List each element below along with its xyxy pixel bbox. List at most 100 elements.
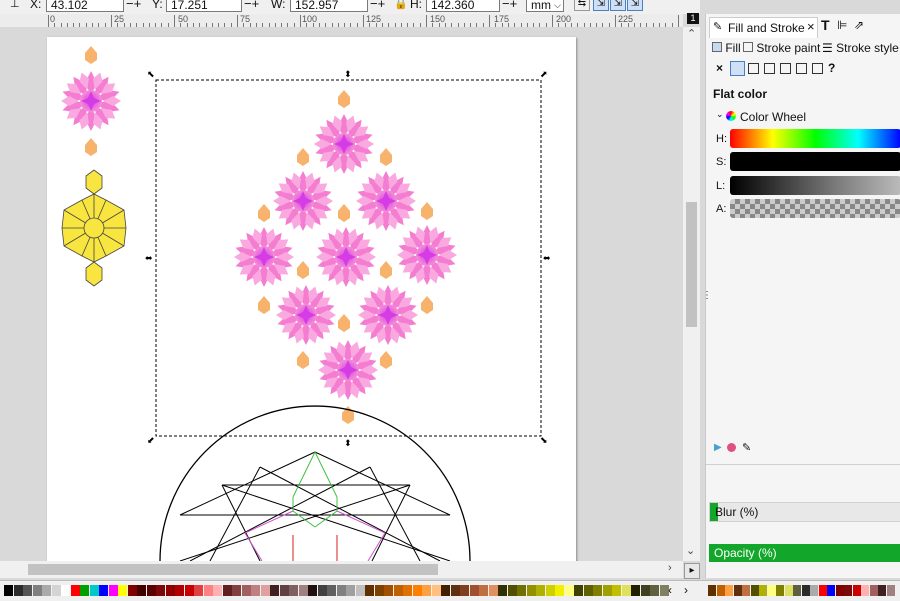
- palette-swatch[interactable]: [584, 585, 593, 596]
- y-input[interactable]: 17.251: [166, 0, 242, 12]
- palette-swatch[interactable]: [612, 585, 621, 596]
- palette-swatch[interactable]: [185, 585, 194, 596]
- hue-slider[interactable]: [730, 129, 900, 148]
- w-stepper[interactable]: −+: [370, 0, 385, 11]
- palette-swatch[interactable]: [156, 585, 165, 596]
- palette-swatch[interactable]: [768, 585, 776, 596]
- paint-flat-button[interactable]: [730, 61, 745, 76]
- palette-swatch[interactable]: [870, 585, 878, 596]
- palette-swatch[interactable]: [536, 585, 545, 596]
- vertical-scrollbar[interactable]: ⌃ ⌄: [683, 27, 700, 561]
- color-wheel-selector[interactable]: ⌄ Color Wheel: [716, 109, 896, 126]
- saturation-slider[interactable]: [730, 152, 900, 171]
- scroll-down-icon[interactable]: ⌄: [686, 544, 695, 557]
- pink-rosette-sample[interactable]: [60, 46, 122, 156]
- export-tab-icon[interactable]: ⇗: [854, 18, 864, 32]
- palette-swatch[interactable]: [498, 585, 507, 596]
- palette-swatch[interactable]: [708, 585, 716, 596]
- palette-swatch[interactable]: [194, 585, 203, 596]
- palette-swatch[interactable]: [4, 585, 13, 596]
- palette-swatch[interactable]: [641, 585, 650, 596]
- palette-scroll-right-icon[interactable]: ›: [684, 583, 688, 597]
- palette-swatch[interactable]: [204, 585, 213, 596]
- yellow-rosette-sample[interactable]: [61, 169, 127, 287]
- palette-swatch[interactable]: [318, 585, 327, 596]
- palette-swatch[interactable]: [394, 585, 403, 596]
- color-preview-icon[interactable]: ▶: [714, 442, 722, 453]
- palette-swatch[interactable]: [441, 585, 450, 596]
- paint-radial-gradient-button[interactable]: [764, 63, 775, 74]
- palette-swatch[interactable]: [242, 585, 251, 596]
- palette-swatch[interactable]: [508, 585, 517, 596]
- palette-swatch[interactable]: [451, 585, 460, 596]
- palette-swatch[interactable]: [413, 585, 422, 596]
- palette-swatch[interactable]: [810, 585, 818, 596]
- lightness-slider[interactable]: [730, 176, 900, 195]
- scale-corners-icon[interactable]: ⇲: [593, 0, 609, 11]
- palette-swatch[interactable]: [365, 585, 374, 596]
- palette-swatch[interactable]: [827, 585, 835, 596]
- x-input[interactable]: 43.102: [46, 0, 124, 12]
- palette-swatch[interactable]: [90, 585, 99, 596]
- alpha-slider[interactable]: [730, 199, 900, 218]
- palette-swatch[interactable]: [270, 585, 279, 596]
- lock-icon[interactable]: 🔒: [394, 0, 408, 10]
- palette-swatch[interactable]: [327, 585, 336, 596]
- palette-swatch[interactable]: [460, 585, 469, 596]
- subtab-stroke-style[interactable]: ☰ Stroke style: [822, 41, 899, 55]
- palette-swatch[interactable]: [23, 585, 32, 596]
- palette-swatch[interactable]: [725, 585, 733, 596]
- palette-swatch[interactable]: [299, 585, 308, 596]
- palette-swatch[interactable]: [42, 585, 51, 596]
- palette-swatch[interactable]: [280, 585, 289, 596]
- palette-swatch[interactable]: [403, 585, 412, 596]
- palette-swatch[interactable]: [517, 585, 526, 596]
- palette-swatch[interactable]: [878, 585, 886, 596]
- scroll-right-icon[interactable]: ›: [668, 562, 672, 574]
- palette-swatch[interactable]: [375, 585, 384, 596]
- dialog-collapse-handle-icon[interactable]: ⋮: [702, 290, 712, 301]
- palette-swatch[interactable]: [631, 585, 640, 596]
- palette-swatch[interactable]: [527, 585, 536, 596]
- palette-swatch[interactable]: [337, 585, 346, 596]
- h-input[interactable]: 142.360: [426, 0, 500, 12]
- tab-fill-and-stroke[interactable]: ✎ Fill and Stroke ×: [709, 17, 818, 38]
- corner-toggle-icon[interactable]: ▸: [684, 563, 700, 579]
- eyedropper-icon[interactable]: ✎: [742, 441, 751, 454]
- palette-swatch[interactable]: [289, 585, 298, 596]
- palette-swatch[interactable]: [33, 585, 42, 596]
- blur-slider[interactable]: Blur (%): [709, 502, 900, 522]
- move-gradients-icon[interactable]: ⇲: [610, 0, 626, 11]
- horizontal-scroll-thumb[interactable]: [28, 564, 438, 575]
- color-palette[interactable]: ‹ ›: [0, 580, 900, 601]
- palette-swatch[interactable]: [61, 585, 70, 596]
- palette-swatch[interactable]: [251, 585, 260, 596]
- palette-swatch[interactable]: [223, 585, 232, 596]
- palette-swatch[interactable]: [593, 585, 602, 596]
- palette-swatch[interactable]: [346, 585, 355, 596]
- palette-swatch[interactable]: [844, 585, 852, 596]
- palette-swatch[interactable]: [603, 585, 612, 596]
- palette-swatch[interactable]: [109, 585, 118, 596]
- h-stepper[interactable]: −+: [502, 0, 517, 11]
- palette-swatch[interactable]: [213, 585, 222, 596]
- palette-swatch[interactable]: [261, 585, 270, 596]
- palette-swatch[interactable]: [432, 585, 441, 596]
- palette-swatch[interactable]: [52, 585, 61, 596]
- palette-swatch[interactable]: [793, 585, 801, 596]
- flower-diamond-pattern[interactable]: [233, 90, 458, 424]
- palette-swatch[interactable]: [802, 585, 810, 596]
- palette-swatch[interactable]: [776, 585, 784, 596]
- subtab-stroke-paint[interactable]: Stroke paint: [743, 41, 820, 55]
- palette-swatch[interactable]: [546, 585, 555, 596]
- palette-swatch[interactable]: [650, 585, 659, 596]
- tab-close-icon[interactable]: ×: [807, 19, 815, 34]
- palette-swatch[interactable]: [751, 585, 759, 596]
- palette-swatch[interactable]: [785, 585, 793, 596]
- palette-swatch[interactable]: [759, 585, 767, 596]
- paint-pattern-button[interactable]: [796, 63, 807, 74]
- palette-swatch[interactable]: [853, 585, 861, 596]
- horizontal-scrollbar[interactable]: ›: [0, 561, 683, 578]
- palette-swatch[interactable]: [356, 585, 365, 596]
- palette-swatch[interactable]: [836, 585, 844, 596]
